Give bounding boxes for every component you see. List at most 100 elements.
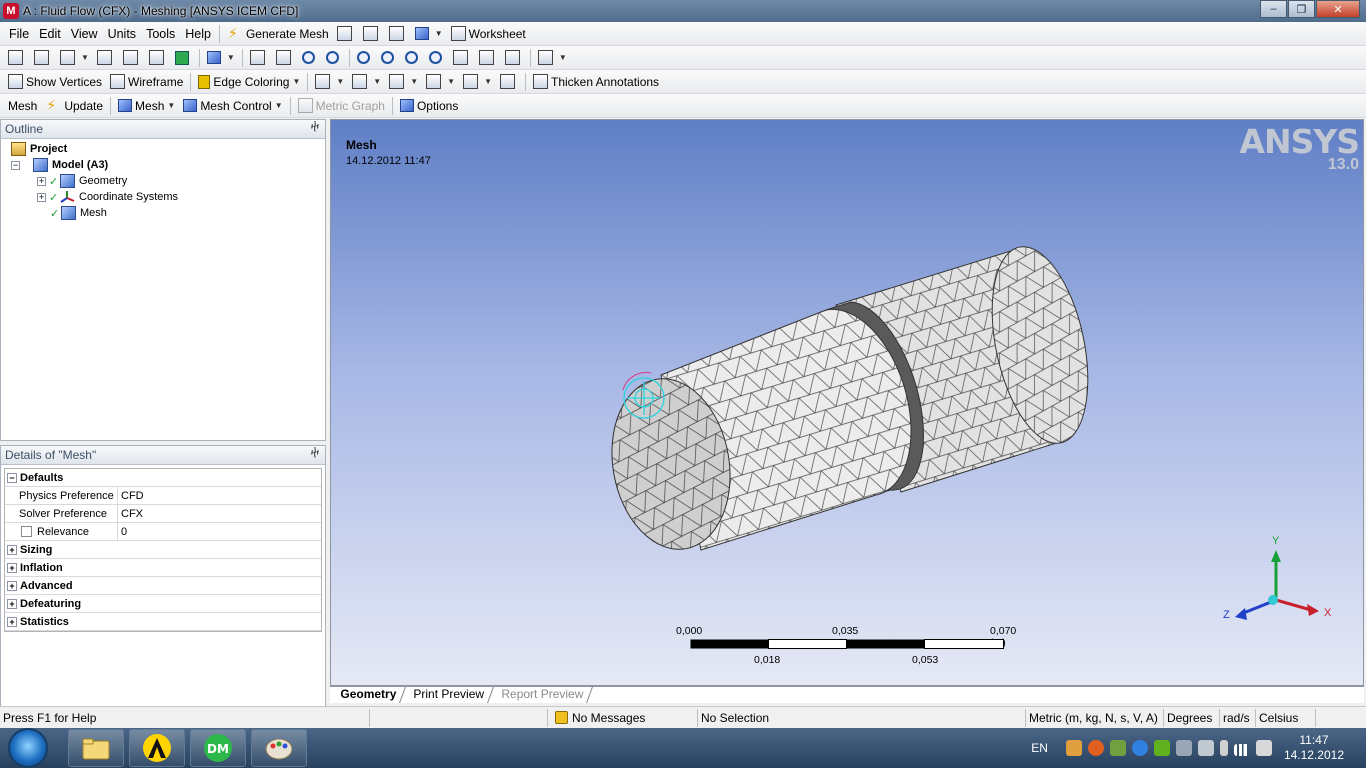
language-indicator[interactable]: EN bbox=[1031, 741, 1048, 755]
edge-coloring-dropdown[interactable]: Edge Coloring ▼ bbox=[194, 72, 304, 92]
rate-pane[interactable]: rad/s bbox=[1220, 708, 1256, 727]
tree-item-mesh[interactable]: ✓ Mesh bbox=[1, 205, 325, 221]
tab-geometry[interactable]: Geometry bbox=[331, 687, 406, 703]
property-value[interactable]: CFX bbox=[118, 508, 143, 520]
taskbar-paint[interactable] bbox=[251, 729, 307, 767]
tray-app-icon[interactable] bbox=[1065, 740, 1082, 756]
edge-direction-button[interactable] bbox=[496, 72, 522, 92]
vertex-select-button[interactable] bbox=[4, 48, 30, 68]
tab-print-preview[interactable]: Print Preview bbox=[404, 687, 494, 703]
start-button[interactable] bbox=[8, 728, 48, 768]
edge-display-0-dropdown[interactable]: ▼ bbox=[311, 72, 348, 92]
tree-item-model[interactable]: − Model (A3) bbox=[1, 157, 325, 173]
pin-icon[interactable]: ⴕ bbox=[311, 121, 319, 132]
wireframe-button[interactable]: Wireframe bbox=[106, 72, 187, 92]
row-solver-preference[interactable]: Solver Preference CFX bbox=[5, 505, 321, 523]
thicken-annotations-button[interactable]: Thicken Annotations bbox=[529, 72, 663, 92]
category-statistics[interactable]: + Statistics bbox=[5, 613, 321, 631]
select-mode-button[interactable]: ▼ bbox=[56, 48, 93, 68]
iso-view-button[interactable] bbox=[449, 48, 475, 68]
options-button[interactable]: Options bbox=[396, 96, 462, 116]
mesh-control-dropdown[interactable]: Mesh Control ▼ bbox=[179, 96, 286, 116]
collapse-icon[interactable]: − bbox=[11, 160, 20, 170]
tree-item-project[interactable]: Project bbox=[1, 141, 325, 157]
xyz-button[interactable] bbox=[30, 48, 56, 68]
extend-select-button[interactable]: ▼ bbox=[203, 48, 239, 68]
expand-icon[interactable]: + bbox=[7, 562, 17, 573]
menu-view[interactable]: View bbox=[66, 27, 103, 41]
taskbar-explorer[interactable] bbox=[68, 729, 124, 767]
collapse-icon[interactable]: − bbox=[7, 472, 17, 483]
menu-units[interactable]: Units bbox=[103, 27, 141, 41]
edge-display-2-dropdown[interactable]: ▼ bbox=[385, 72, 422, 92]
restore-button[interactable]: ❐ bbox=[1288, 0, 1315, 18]
magnifier-button[interactable] bbox=[401, 48, 425, 68]
category-defaults[interactable]: − Defaults bbox=[5, 469, 321, 487]
rotate-button[interactable] bbox=[246, 48, 272, 68]
tray-nvidia-icon[interactable] bbox=[1153, 740, 1170, 756]
expand-icon[interactable]: + bbox=[7, 598, 17, 609]
expand-icon[interactable]: + bbox=[7, 544, 17, 555]
tray-update-icon[interactable] bbox=[1087, 740, 1104, 756]
taskbar-design-modeler[interactable]: DM bbox=[190, 729, 246, 767]
tray-tool-icon[interactable] bbox=[1109, 740, 1126, 756]
menu-file[interactable]: File bbox=[4, 27, 34, 41]
category-advanced[interactable]: + Advanced bbox=[5, 577, 321, 595]
generate-mesh-button[interactable]: Generate Mesh bbox=[223, 24, 333, 44]
edge-display-x-dropdown[interactable]: ▼ bbox=[459, 72, 496, 92]
tray-device-icon[interactable] bbox=[1175, 740, 1192, 756]
preview-surface-button[interactable] bbox=[333, 24, 359, 44]
pan-button[interactable] bbox=[272, 48, 298, 68]
menu-tools[interactable]: Tools bbox=[141, 27, 180, 41]
tree-item-geometry[interactable]: + ✓ Geometry bbox=[1, 173, 325, 189]
tree-item-coordinate-systems[interactable]: + ✓ Coordinate Systems bbox=[1, 189, 325, 205]
tray-flag-icon[interactable] bbox=[1197, 740, 1214, 756]
row-relevance[interactable]: Relevance 0 bbox=[5, 523, 321, 541]
worksheet-button[interactable]: Worksheet bbox=[447, 24, 530, 44]
property-value[interactable]: 0 bbox=[118, 526, 127, 538]
property-value[interactable]: CFD bbox=[118, 490, 144, 502]
zoom-fit-button[interactable] bbox=[377, 48, 401, 68]
annotation-button[interactable] bbox=[385, 24, 411, 44]
viewport-layout-dropdown[interactable]: ▼ bbox=[534, 48, 571, 68]
expand-icon[interactable]: + bbox=[7, 580, 17, 591]
metric-graph-button[interactable]: Metric Graph bbox=[294, 96, 389, 116]
row-physics-preference[interactable]: Physics Preference CFD bbox=[5, 487, 321, 505]
zoom-box-button[interactable] bbox=[425, 48, 449, 68]
update-button[interactable]: Update bbox=[41, 96, 107, 116]
select-face-button[interactable] bbox=[145, 48, 171, 68]
edge-display-3-dropdown[interactable]: ▼ bbox=[422, 72, 459, 92]
box-zoom-button[interactable] bbox=[353, 48, 377, 68]
menu-help[interactable]: Help bbox=[180, 27, 216, 41]
tab-report-preview[interactable]: Report Preview bbox=[491, 687, 593, 703]
next-view-button[interactable] bbox=[501, 48, 527, 68]
category-sizing[interactable]: + Sizing bbox=[5, 541, 321, 559]
select-body-button[interactable] bbox=[171, 48, 196, 68]
relevance-checkbox[interactable] bbox=[21, 526, 32, 537]
taskbar-ansys-workbench[interactable] bbox=[129, 729, 185, 767]
select-vertex-button[interactable] bbox=[93, 48, 119, 68]
angle-pane[interactable]: Degrees bbox=[1164, 708, 1220, 727]
app-icon[interactable]: M bbox=[3, 3, 19, 19]
category-defeaturing[interactable]: + Defeaturing bbox=[5, 595, 321, 613]
category-inflation[interactable]: + Inflation bbox=[5, 559, 321, 577]
expand-icon[interactable]: + bbox=[37, 192, 46, 202]
tray-bluetooth-icon[interactable] bbox=[1131, 740, 1148, 756]
clock[interactable]: 11:47 14.12.2012 bbox=[1284, 733, 1344, 763]
close-button[interactable]: ✕ bbox=[1316, 0, 1360, 18]
expand-icon[interactable]: + bbox=[7, 616, 17, 627]
signal-icon[interactable] bbox=[1233, 744, 1250, 756]
expand-icon[interactable]: + bbox=[37, 176, 46, 186]
select-edge-button[interactable] bbox=[119, 48, 145, 68]
minimize-button[interactable]: – bbox=[1260, 0, 1287, 18]
zoom-in-button[interactable] bbox=[322, 48, 346, 68]
previous-view-button[interactable] bbox=[475, 48, 501, 68]
temperature-pane[interactable]: Celsius bbox=[1256, 708, 1316, 727]
graphics-viewport[interactable]: Mesh 14.12.2012 11:47 ANSYS 13.0 0,000 0… bbox=[330, 119, 1364, 686]
volume-icon[interactable] bbox=[1255, 740, 1272, 756]
messages-pane[interactable]: No Messages bbox=[548, 708, 698, 727]
edge-display-1-dropdown[interactable]: ▼ bbox=[348, 72, 385, 92]
battery-icon[interactable] bbox=[1219, 740, 1228, 756]
pin-icon[interactable]: ⴕ bbox=[311, 447, 319, 458]
preview-inflation-button[interactable] bbox=[359, 24, 385, 44]
